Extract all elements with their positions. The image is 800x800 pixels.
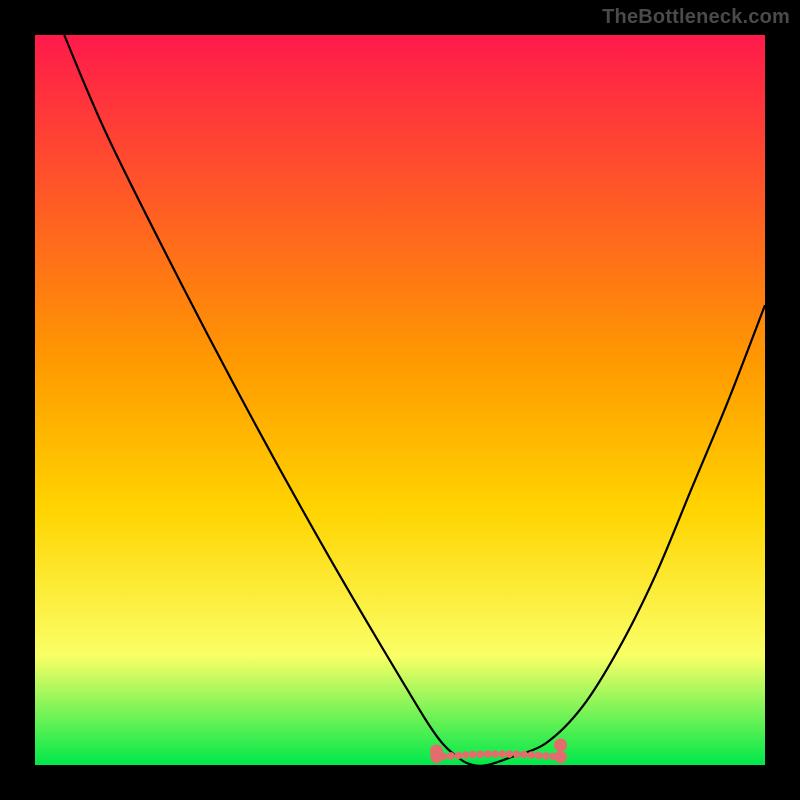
flat-region-dot: [498, 750, 506, 758]
flat-region-dot: [542, 752, 550, 760]
flat-region-dot: [520, 751, 528, 759]
chart-plot-area: [35, 35, 765, 765]
flat-region-dot: [484, 750, 492, 758]
chart-svg: [35, 35, 765, 765]
flat-region-dot: [528, 751, 536, 759]
flat-region-endcap: [554, 739, 567, 752]
flat-region-dot: [455, 752, 463, 760]
gradient-background: [35, 35, 765, 765]
chart-frame: TheBottleneck.com: [0, 0, 800, 800]
flat-region-dot: [447, 752, 455, 760]
flat-region-dot: [469, 751, 477, 759]
flat-region-dot: [462, 751, 470, 759]
flat-region-dot: [554, 751, 566, 763]
watermark-text: TheBottleneck.com: [602, 6, 790, 29]
flat-region-dot: [506, 750, 514, 758]
flat-region-dot: [491, 750, 499, 758]
flat-region-dot: [477, 751, 485, 759]
flat-region-endcap: [430, 745, 443, 758]
flat-region-dot: [513, 751, 521, 759]
flat-region-dot: [535, 752, 543, 760]
